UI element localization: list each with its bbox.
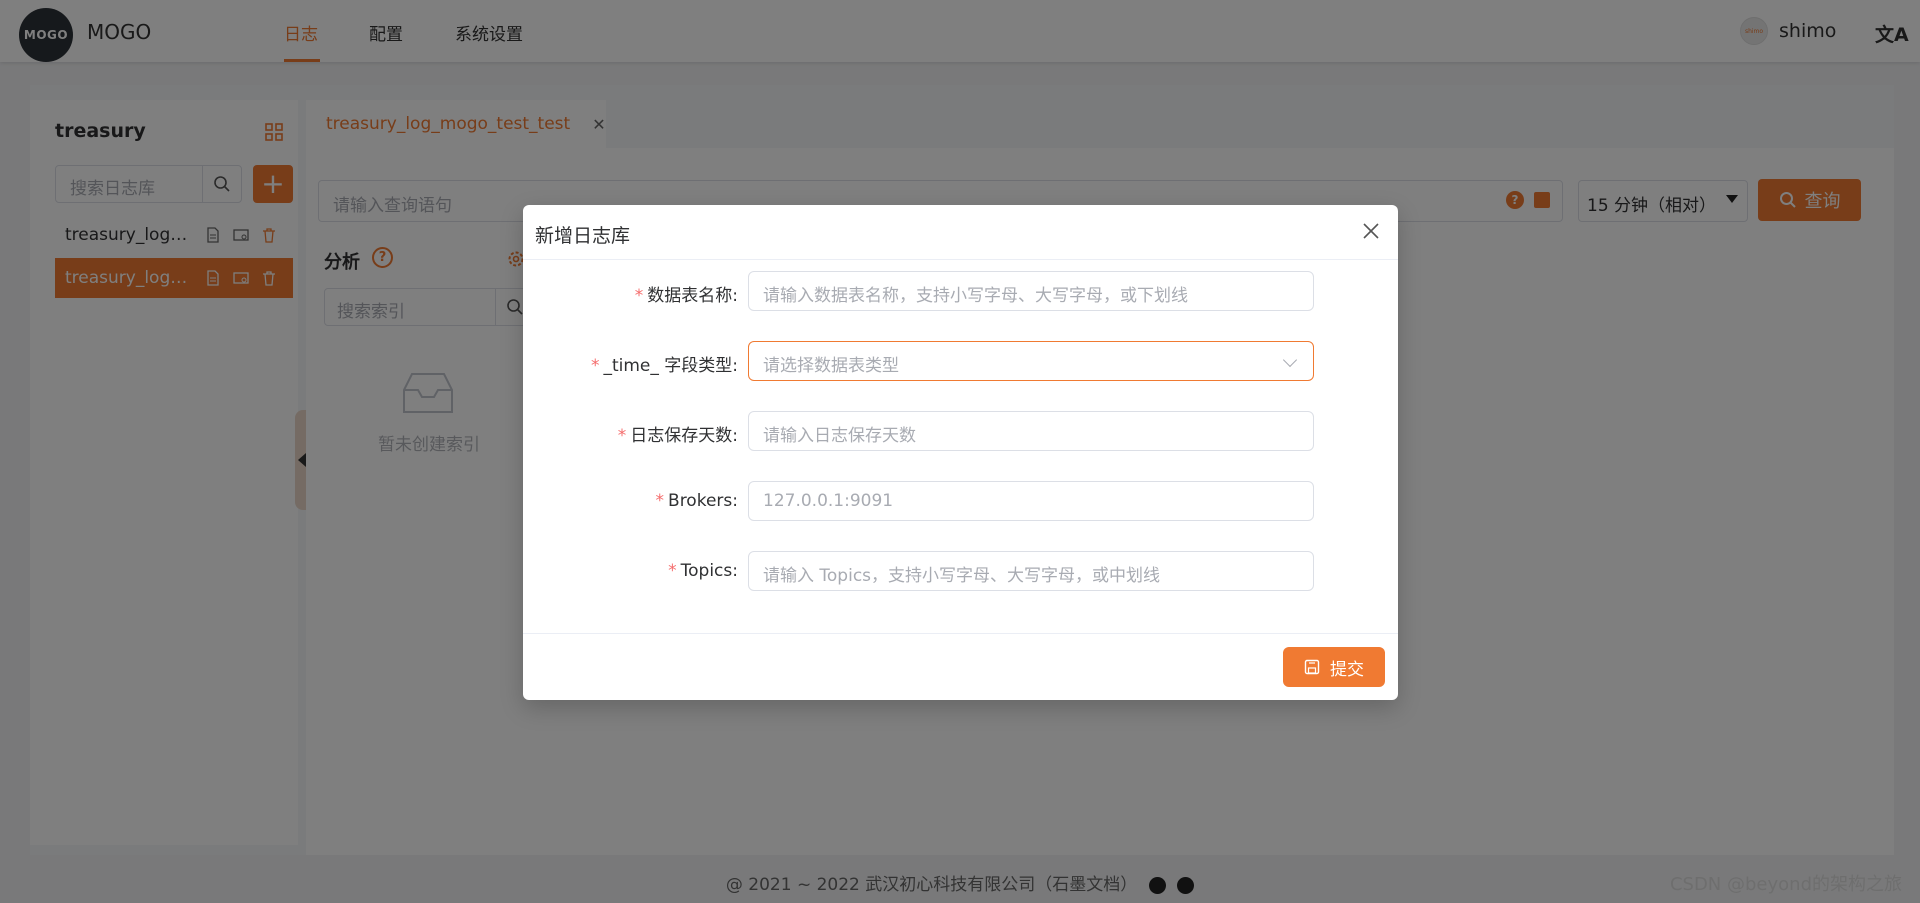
submit-button-label: 提交	[1330, 659, 1364, 680]
close-icon[interactable]	[1361, 221, 1381, 241]
form-row-topics: * Topics: 请输入 Topics，支持小写字母、大写字母，或中划线	[523, 551, 1398, 591]
form-label-topics: * Topics:	[668, 561, 738, 581]
label-suffix: :	[732, 286, 738, 306]
label-suffix: :	[732, 561, 738, 581]
required-mark: *	[617, 426, 627, 446]
time-field-type-select[interactable]: 请选择数据表类型	[748, 341, 1314, 381]
form-row-time-field-type: * _time_ 字段类型: 请选择数据表类型	[523, 341, 1398, 381]
table-name-input[interactable]: 请输入数据表名称，支持小写字母、大写字母，或下划线	[748, 271, 1314, 311]
required-mark: *	[655, 491, 665, 511]
form-row-table-name: * 数据表名称: 请输入数据表名称，支持小写字母、大写字母，或下划线	[523, 271, 1398, 311]
submit-button[interactable]: 提交	[1283, 647, 1385, 687]
label-suffix: :	[732, 426, 738, 446]
form-row-brokers: * Brokers: 127.0.0.1:9091	[523, 481, 1398, 521]
form-row-retention-days: * 日志保存天数: 请输入日志保存天数	[523, 411, 1398, 451]
add-log-library-dialog: 新增日志库 * 数据表名称: 请输入数据表名称，支持小写字母、大写字母，或下划线 …	[523, 205, 1398, 700]
label-text: Brokers	[668, 491, 733, 511]
brokers-input[interactable]: 127.0.0.1:9091	[748, 481, 1314, 521]
label-text: _time_ 字段类型	[603, 356, 733, 376]
label-text: 数据表名称	[647, 286, 733, 306]
form-label-retention-days: * 日志保存天数:	[618, 421, 738, 446]
save-icon	[1304, 659, 1320, 675]
required-mark: *	[668, 561, 677, 581]
label-suffix: :	[732, 491, 738, 511]
form-label-brokers: * Brokers:	[656, 491, 738, 511]
label-text: Topics	[680, 561, 733, 581]
label-suffix: :	[732, 356, 738, 376]
required-mark: *	[634, 286, 644, 306]
form-label-time-field-type: * _time_ 字段类型:	[591, 351, 738, 376]
label-text: 日志保存天数	[630, 426, 733, 446]
dialog-title: 新增日志库	[535, 225, 631, 247]
required-mark: *	[590, 356, 600, 376]
form-label-table-name: * 数据表名称:	[635, 281, 738, 306]
dialog-header-divider	[523, 259, 1398, 260]
topics-input[interactable]: 请输入 Topics，支持小写字母、大写字母，或中划线	[748, 551, 1314, 591]
dialog-footer-divider	[523, 633, 1398, 634]
retention-days-input[interactable]: 请输入日志保存天数	[748, 411, 1314, 451]
